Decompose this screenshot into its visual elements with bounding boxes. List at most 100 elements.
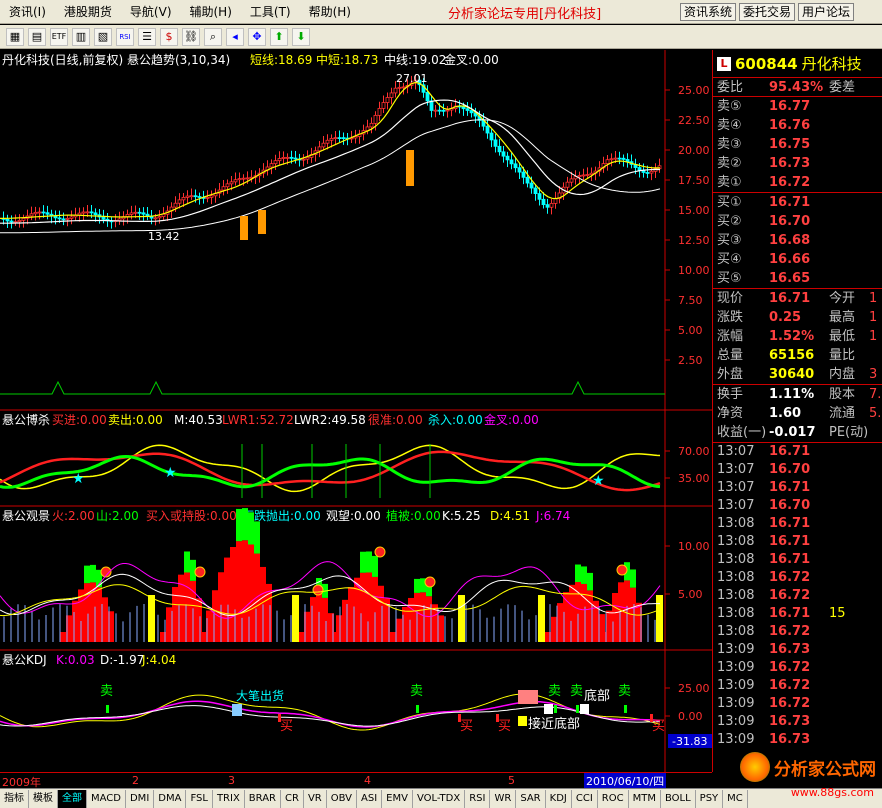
grid-icon[interactable]: ▤ (28, 27, 46, 46)
stock-name: 丹化科技 (801, 55, 862, 73)
p3-fire-bar (557, 603, 563, 642)
chart-icon[interactable]: ▦ (6, 27, 24, 46)
tick-row: 13:09 16.73 (717, 732, 811, 747)
tab-asi[interactable]: ASI (357, 789, 383, 808)
tab-boll[interactable]: BOLL (661, 789, 696, 808)
candle-icon[interactable]: ▧ (94, 27, 112, 46)
move-icon[interactable]: ✥ (248, 27, 266, 46)
tab-emv[interactable]: EMV (382, 789, 413, 808)
list-icon[interactable]: ☰ (138, 27, 156, 46)
tab-fsl[interactable]: FSL (186, 789, 213, 808)
tab-kdj[interactable]: KDJ (546, 789, 572, 808)
ask-row: 卖④ 16.76 (717, 118, 811, 133)
candle-body (517, 167, 522, 173)
tab-cci[interactable]: CCI (572, 789, 598, 808)
candle-body (81, 211, 86, 214)
p4-buy-tick (278, 714, 281, 722)
candle-body (65, 217, 70, 220)
candle-body (545, 204, 550, 208)
menu-info[interactable]: 资讯(I) (0, 0, 55, 24)
tab-brar[interactable]: BRAR (245, 789, 281, 808)
tab-指标[interactable]: 指标 (0, 789, 29, 808)
rsi-icon[interactable]: RSI (116, 27, 134, 46)
candle-body (329, 138, 334, 141)
y-tick-label: 7.50 (678, 294, 703, 307)
chart-area[interactable]: 丹化科技(日线,前复权) 悬公趋势(3,10,34) 短线:18.69 中短:1… (0, 50, 712, 772)
user-forum-button[interactable]: 用户论坛 (797, 3, 854, 21)
menu-help[interactable]: 帮助(H) (300, 0, 360, 24)
tab-cr[interactable]: CR (281, 789, 304, 808)
tab-trix[interactable]: TRIX (213, 789, 245, 808)
p3-mountain-bar (90, 564, 96, 583)
info-system-button[interactable]: 资讯系统 (679, 3, 736, 21)
p2-y-tick: 35.00 (678, 472, 710, 485)
candle-body (177, 199, 182, 204)
candle-body (193, 195, 198, 198)
p3-fire-bar (322, 597, 328, 642)
candle-body (489, 132, 494, 141)
etf-icon[interactable]: ETF (50, 27, 68, 46)
p4-bottom-box (518, 690, 538, 704)
mid-line-label: 中线:19.02 (384, 52, 446, 67)
tab-全部[interactable]: 全部 (58, 789, 87, 808)
tab-vol-tdx[interactable]: VOL-TDX (413, 789, 466, 808)
menu-navigate[interactable]: 导航(V) (121, 0, 181, 24)
quote-panel: L 600844 丹化科技 委比 95.43% 委差 卖⑤ 16.77 卖④ 16.7… (712, 50, 882, 772)
link-icon[interactable]: ⛓ (182, 27, 200, 46)
tick-list[interactable]: 13:07 16.71 13:07 16.70 13:07 16.71 13:07 16.70… (713, 443, 882, 749)
signal-bar (258, 210, 266, 234)
left-icon[interactable]: ◂ (226, 27, 244, 46)
tab-sar[interactable]: SAR (516, 789, 546, 808)
p4-sell-label: 卖 (100, 684, 113, 699)
tab-rsi[interactable]: RSI (465, 789, 491, 808)
bid-list: 买① 16.71 买② 16.70 买③ 16.68 买④ 16.66 买⑤ 16.65 (713, 193, 882, 288)
tab-macd[interactable]: MACD (87, 789, 126, 808)
candle-body (373, 114, 378, 124)
p3-fire-bar (600, 632, 606, 642)
mid-short-label: 中短:18.73 (316, 52, 378, 67)
tab-wr[interactable]: WR (490, 789, 517, 808)
chart-canvas[interactable]: 丹化科技(日线,前复权) 悬公趋势(3,10,34) 短线:18.69 中短:1… (0, 50, 712, 772)
p3-fire-bar (96, 587, 102, 642)
bid-row: 买② 16.70 (717, 214, 811, 229)
candle-body (589, 172, 594, 175)
panel4-k: K:0.03 (56, 653, 95, 667)
down-icon[interactable]: ⬇ (292, 27, 310, 46)
candle-body (581, 174, 586, 177)
candle-body (93, 212, 98, 216)
candle-body (5, 218, 10, 222)
stock-code: 600844 (735, 54, 798, 73)
tab-模板[interactable]: 模板 (29, 789, 58, 808)
dollar-icon[interactable]: $ (160, 27, 178, 46)
p3-fire-bar (581, 583, 587, 642)
menu-assist[interactable]: 辅助(H) (181, 0, 241, 24)
candle-body (649, 170, 654, 174)
panel3-title: 悬公观景 (2, 509, 50, 523)
menu-tools[interactable]: 工具(T) (241, 0, 300, 24)
candle-body (485, 125, 490, 134)
tab-vr[interactable]: VR (304, 789, 327, 808)
kline-icon[interactable]: ▥ (72, 27, 90, 46)
candle-body (333, 137, 338, 140)
candle-body (209, 195, 214, 198)
zoom-icon[interactable]: ⌕ (204, 27, 222, 46)
trade-button[interactable]: 委托交易 (738, 3, 795, 21)
tab-psy[interactable]: PSY (696, 789, 724, 808)
p3-mountain-bar (587, 572, 593, 591)
menu-hk-futures[interactable]: 港股期货 (55, 0, 121, 24)
p4-buy-label: 买 (460, 719, 473, 734)
candle-body (245, 177, 250, 180)
candle-body (153, 217, 158, 220)
tab-dmi[interactable]: DMI (126, 789, 155, 808)
toolbar: ▦ ▤ ETF ▥ ▧ RSI ☰ $ ⛓ ⌕ ◂ ✥ ⬆ ⬇ (0, 25, 882, 49)
tab-mc[interactable]: MC (723, 789, 748, 808)
candle-body (33, 211, 38, 215)
tab-mtm[interactable]: MTM (629, 789, 661, 808)
panel2-sell-out: 卖出:0.00 (108, 413, 163, 427)
ask-list: 卖⑤ 16.77 卖④ 16.76 卖③ 16.75 卖② 16.73 卖① 16.72 (713, 97, 882, 192)
tab-roc[interactable]: ROC (598, 789, 629, 808)
tab-obv[interactable]: OBV (327, 789, 357, 808)
tab-dma[interactable]: DMA (154, 789, 187, 808)
up-icon[interactable]: ⬆ (270, 27, 288, 46)
p3-hold-bar (458, 595, 465, 642)
